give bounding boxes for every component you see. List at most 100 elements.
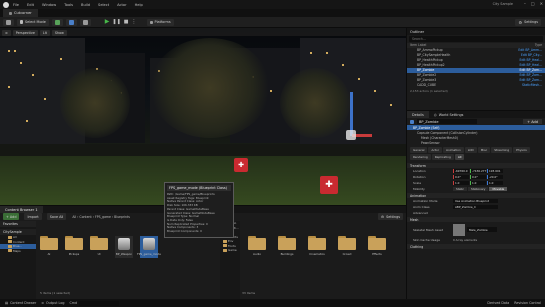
section-clothing[interactable]: Clothing: [407, 244, 545, 249]
minimize-button[interactable]: –: [524, 1, 526, 6]
asset-bp-weapon[interactable]: BP_Weapon: [115, 236, 133, 258]
close-button[interactable]: ✕: [540, 1, 543, 6]
mesh-thumbnail[interactable]: [453, 223, 465, 236]
stop-icon[interactable]: ■: [124, 19, 129, 25]
tab-details[interactable]: Details: [407, 111, 429, 118]
save-button[interactable]: [3, 18, 14, 26]
health-pickup-cube[interactable]: ✚: [234, 158, 248, 172]
cmd-button[interactable]: Cmd: [69, 300, 120, 306]
animation-mode-dropdown[interactable]: Use Animation Blueprint: [453, 198, 498, 204]
viewport-menu-button[interactable]: ≡: [2, 29, 11, 36]
filter-animation[interactable]: Animation: [443, 147, 464, 153]
filter-actor[interactable]: Actor: [428, 147, 443, 153]
menu-window[interactable]: Window: [42, 3, 56, 7]
asset-label: Pickups: [68, 252, 80, 256]
filter-all[interactable]: All: [454, 154, 465, 160]
scale-y-field[interactable]: 1.0: [470, 180, 486, 186]
settings-button[interactable]: ⚙ Settings: [515, 18, 541, 26]
tree-item-label: Blue...: [13, 244, 23, 249]
output-log-button[interactable]: ≡ Output Log: [41, 301, 64, 305]
asset-folder-ui[interactable]: UI: [90, 236, 108, 258]
asset-folder[interactable]: Crowd: [338, 236, 356, 256]
crumb-blueprints[interactable]: Blueprints: [114, 215, 130, 219]
cb-settings-button[interactable]: ⚙ Settings: [378, 213, 403, 220]
rotation-y-field[interactable]: 0.0°: [470, 174, 486, 180]
crumb-content[interactable]: Content: [79, 215, 91, 219]
filter-physics[interactable]: Physics: [513, 147, 530, 153]
actor-name-field[interactable]: BP_Zombie: [417, 119, 477, 124]
show-button[interactable]: Show: [51, 29, 67, 36]
revision-control-button[interactable]: Revision Control: [514, 301, 541, 305]
asset-folder[interactable]: Cinematics: [308, 236, 326, 256]
platforms-button[interactable]: Platforms: [146, 18, 174, 26]
tab-world-settings[interactable]: ◎ World Settings: [429, 111, 469, 118]
filter-rendering[interactable]: Rendering: [410, 154, 431, 160]
selected-zombie-actor[interactable]: [346, 130, 356, 140]
crumb-fps-game[interactable]: FPS_game: [95, 215, 111, 219]
cb-add-button[interactable]: + Add: [3, 213, 20, 220]
asset-folder[interactable]: Buildings: [278, 236, 296, 256]
outliner-search[interactable]: Search...: [409, 36, 543, 42]
location-y-field[interactable]: -7430.277: [470, 168, 486, 174]
pause-icon[interactable]: ❚❚: [112, 19, 120, 25]
filter-misc[interactable]: Misc: [477, 147, 491, 153]
anim-class-dropdown[interactable]: ABP_Zombie_C: [453, 204, 498, 210]
tree-item[interactable]: Maps: [0, 249, 36, 254]
location-z-field[interactable]: 193.601: [487, 168, 503, 174]
derived-data-button[interactable]: Derived Data: [487, 301, 509, 305]
more-options-icon[interactable]: ⋮: [132, 19, 137, 25]
filter-lod[interactable]: LOD: [464, 147, 477, 153]
rotation-z-field[interactable]: -20.0°: [487, 174, 503, 180]
add-component-button[interactable]: + Add: [523, 119, 542, 124]
play-icon[interactable]: ▶: [105, 19, 110, 25]
rotation-x-field[interactable]: 0.0°: [453, 174, 469, 180]
lit-button[interactable]: Lit: [39, 29, 50, 36]
location-x-field[interactable]: -69760.0: [453, 168, 469, 174]
menu-actor[interactable]: Actor: [117, 3, 126, 7]
menu-edit[interactable]: Edit: [27, 3, 34, 7]
console-input[interactable]: [79, 300, 120, 306]
mobility-stationary[interactable]: Stationary: [468, 186, 489, 192]
menu-tools[interactable]: Tools: [64, 3, 73, 7]
revision-control-label: Revision Control: [514, 301, 541, 305]
blueprint-button[interactable]: [65, 18, 77, 26]
mode-select[interactable]: Select Mode: [17, 18, 49, 26]
mobility-movable[interactable]: Movable: [489, 186, 508, 192]
main-toolbar: Select Mode ▶ ❚❚ ■ ⋮ Platforms ⚙ Setting…: [0, 17, 545, 28]
skeletal-mesh-dropdown[interactable]: Male_Zombie: [467, 227, 497, 232]
filter-streaming[interactable]: Streaming: [491, 147, 513, 153]
asset-folder[interactable]: Effects: [368, 236, 386, 256]
asset-folder-ai[interactable]: AI: [40, 236, 58, 258]
menu-build[interactable]: Build: [81, 3, 90, 7]
advanced-toggle[interactable]: Advanced: [407, 210, 545, 216]
favorites-header[interactable]: Favorites: [0, 221, 36, 227]
add-content-button[interactable]: [51, 18, 63, 26]
asset-label: Effects: [372, 252, 382, 256]
filter-replicating[interactable]: Replicating: [431, 154, 454, 160]
scale-z-field[interactable]: 1.0: [487, 180, 503, 186]
tree-item[interactable]: Game: [220, 248, 240, 253]
tab-map[interactable]: Cutcorner: [3, 9, 38, 17]
menu-help[interactable]: Help: [135, 3, 143, 7]
mobility-static[interactable]: Static: [453, 186, 467, 192]
asset-folder[interactable]: Audio: [248, 236, 266, 256]
cube-cross-label-2: ✚: [325, 180, 333, 190]
health-pickup-cube-2[interactable]: ✚: [320, 176, 338, 194]
perspective-button[interactable]: Perspective: [12, 29, 38, 36]
cinematics-button[interactable]: [79, 18, 91, 26]
cb-import-button[interactable]: Import: [24, 213, 42, 220]
crumb-all[interactable]: All: [72, 215, 76, 219]
maximize-button[interactable]: □: [531, 1, 535, 6]
content-drawer-button[interactable]: ▤ Content Drawer: [5, 301, 36, 305]
asset-fps-game-mode[interactable]: FPS_game_mode: [137, 236, 161, 258]
asset-folder-pickups[interactable]: Pickups: [65, 236, 83, 258]
level-viewport[interactable]: ✚ ✚ ≡ Perspective Lit Show: [0, 28, 406, 205]
menu-select[interactable]: Select: [98, 3, 109, 7]
menu-file[interactable]: File: [13, 3, 19, 7]
row-type-link[interactable]: StaticMesh...: [522, 83, 542, 88]
scale-x-field[interactable]: 1.0: [453, 180, 469, 186]
unreal-logo-icon[interactable]: [3, 1, 9, 8]
filter-general[interactable]: General: [410, 147, 428, 153]
cb-save-all-button[interactable]: Save All: [46, 213, 67, 220]
tab-content-browser-1[interactable]: Content Browser 1: [0, 206, 43, 213]
